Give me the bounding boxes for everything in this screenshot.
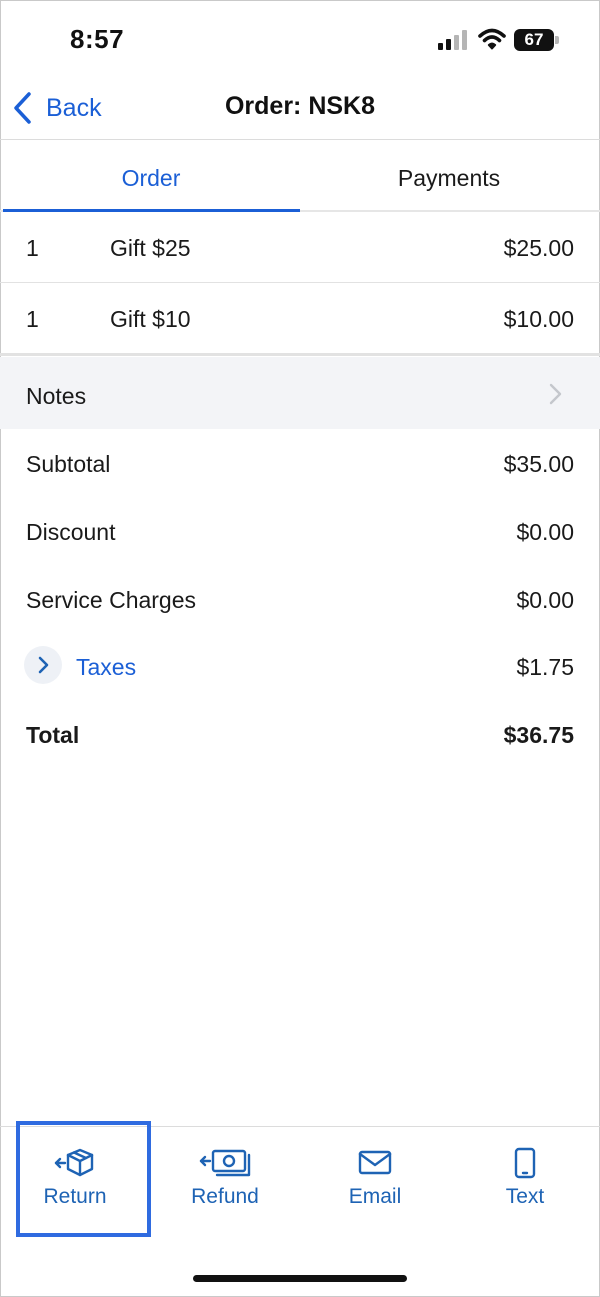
cellular-signal-icon	[438, 30, 467, 50]
refund-label: Refund	[191, 1185, 259, 1208]
service-charges-row: Service Charges $0.00	[0, 579, 600, 619]
item-name: Gift $10	[110, 306, 191, 332]
subtotal-value: $35.00	[503, 451, 574, 477]
total-label: Total	[26, 722, 80, 748]
subtotal-row: Subtotal $35.00	[0, 443, 600, 483]
refund-button[interactable]: Refund	[150, 1127, 300, 1227]
cash-refund-icon	[199, 1149, 251, 1177]
status-time: 8:57	[70, 24, 125, 54]
navigation-bar: Order: NSK8 Back	[0, 80, 600, 140]
back-label: Back	[46, 93, 102, 122]
taxes-label[interactable]: Taxes	[76, 654, 136, 681]
item-name: Gift $25	[110, 235, 191, 261]
list-item[interactable]: 1 Gift $25 $25.00	[0, 213, 600, 283]
item-price: $10.00	[503, 306, 574, 332]
discount-value: $0.00	[516, 519, 574, 545]
wifi-icon	[478, 28, 506, 50]
envelope-icon	[358, 1150, 392, 1175]
item-quantity: 1	[26, 235, 39, 261]
tab-order[interactable]: Order	[2, 141, 300, 212]
item-price: $25.00	[503, 235, 574, 261]
taxes-expand-button[interactable]	[24, 646, 62, 684]
tab-bar: Order Payments	[0, 141, 600, 212]
taxes-value: $1.75	[516, 654, 574, 680]
discount-row: Discount $0.00	[0, 511, 600, 551]
total-value: $36.75	[503, 722, 574, 748]
notes-row[interactable]: Notes	[0, 357, 600, 429]
battery-icon: 67	[514, 29, 560, 51]
chevron-right-icon	[549, 383, 562, 405]
notes-label: Notes	[26, 383, 87, 409]
back-button[interactable]: Back	[12, 90, 102, 126]
chevron-right-icon	[38, 656, 49, 674]
chevron-left-icon	[14, 92, 31, 124]
tab-payments[interactable]: Payments	[300, 141, 598, 212]
item-quantity: 1	[26, 306, 39, 332]
service-charges-value: $0.00	[516, 587, 574, 613]
taxes-row: Taxes $1.75	[0, 646, 600, 686]
text-label: Text	[505, 1185, 545, 1208]
total-row: Total $36.75	[0, 714, 600, 754]
list-item[interactable]: 1 Gift $10 $10.00	[0, 284, 600, 354]
items-divider	[0, 353, 600, 356]
email-label: Email	[348, 1185, 402, 1208]
email-button[interactable]: Email	[300, 1127, 450, 1227]
text-button[interactable]: Text	[450, 1127, 600, 1227]
phone-icon	[514, 1147, 536, 1179]
discount-label: Discount	[26, 519, 116, 545]
status-bar: 8:57 67	[0, 0, 600, 80]
battery-level: 67	[524, 30, 544, 49]
home-indicator[interactable]	[193, 1275, 407, 1282]
subtotal-label: Subtotal	[26, 451, 111, 477]
active-tab-indicator	[3, 209, 300, 212]
return-highlight-box	[16, 1121, 151, 1237]
service-charges-label: Service Charges	[26, 587, 197, 613]
